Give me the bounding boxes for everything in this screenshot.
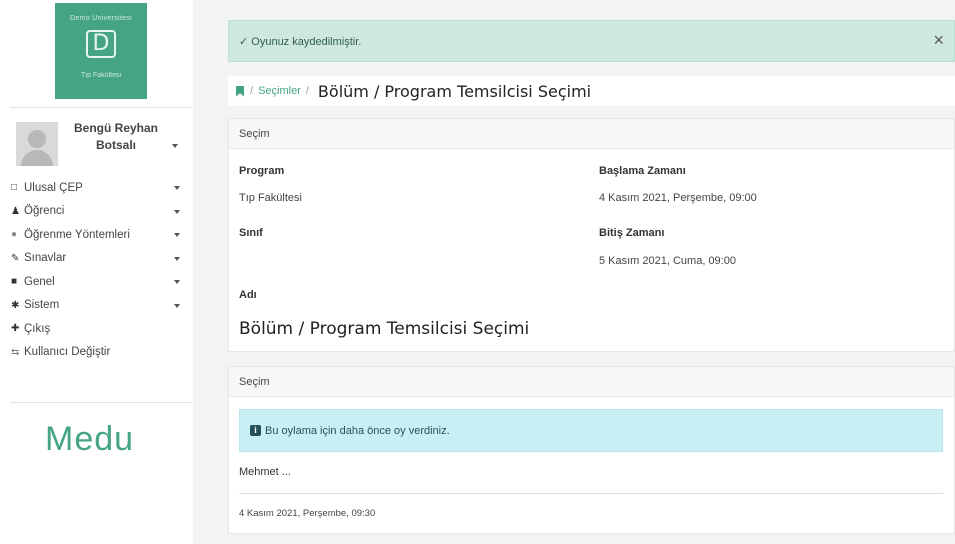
book-icon: □ — [11, 182, 18, 194]
faculty-name: Tıp Fakültesi — [80, 72, 122, 79]
chevron-down-icon — [174, 233, 180, 237]
chevron-down-icon — [174, 256, 180, 261]
info-alert: i Bu oylama için daha önce oy verdiniz. — [239, 409, 943, 452]
chevron-down-icon[interactable] — [172, 144, 178, 148]
alert-message: ✓ Oyunuz kaydedilmiştir. — [239, 35, 362, 48]
end-time-value: 5 Kasım 2021, Cuma, 09:00 — [599, 255, 736, 267]
sidebar-item-sinavlar[interactable]: ✎ Sınavlar — [11, 247, 186, 271]
close-icon[interactable]: × — [933, 31, 944, 49]
election-name: Bölüm / Program Temsilcisi Seçimi — [239, 319, 530, 339]
sidebar-item-label: Sınavlar — [24, 252, 67, 265]
folder-icon: ■ — [11, 276, 18, 288]
edit-icon: ✎ — [11, 252, 20, 264]
university-logo: Demo Üniversitesi D Tıp Fakültesi — [55, 3, 147, 99]
medu-logo: Medu — [45, 420, 135, 458]
switch-icon: ⇆ — [11, 346, 20, 358]
sidebar-item-label: Kullanıcı Değiştir — [24, 346, 111, 359]
sidebar-item-label: Öğrenci — [24, 205, 65, 218]
divider — [10, 107, 193, 108]
sidebar-item-kullanici-degistir[interactable]: ⇆ Kullanıcı Değiştir — [11, 341, 186, 365]
name-label: Adı — [239, 289, 257, 301]
page-title: Bölüm / Program Temsilcisi Seçimi — [317, 81, 592, 101]
divider — [239, 493, 943, 494]
sidebar-item-genel[interactable]: ■ Genel — [11, 270, 186, 294]
start-time-label: Başlama Zamanı — [599, 165, 686, 177]
sidebar-item-label: Çıkış — [24, 322, 51, 335]
sidebar: Demo Üniversitesi D Tıp Fakültesi Bengü … — [0, 0, 193, 544]
sidebar-item-ogrenci[interactable]: ♟ Öğrenci — [11, 200, 186, 224]
class-label: Sınıf — [239, 227, 263, 239]
voted-candidate: Mehmet ... — [239, 466, 291, 478]
chevron-down-icon — [174, 303, 180, 308]
university-name: Demo Üniversitesi — [70, 15, 132, 22]
vote-card: Seçim i Bu oylama için daha önce oy verd… — [228, 366, 955, 534]
breadcrumb-link-secimler[interactable]: Seçimler — [258, 85, 301, 97]
sidebar-menu: □ Ulusal ÇEP ♟ Öğrenci ● Öğrenme Yönteml… — [11, 176, 186, 364]
asterisk-icon: ✱ — [11, 299, 20, 311]
breadcrumb: / Seçimler / Bölüm / Program Temsilcisi … — [228, 76, 955, 106]
circle-icon: ● — [11, 229, 18, 241]
breadcrumb-separator: / — [250, 85, 254, 97]
chevron-down-icon — [174, 186, 180, 190]
end-time-label: Bitiş Zamanı — [599, 227, 665, 239]
user-profile[interactable]: Bengü Reyhan Botsalı — [14, 118, 189, 168]
sidebar-item-label: Sistem — [24, 299, 60, 312]
signpost-icon: ✚ — [11, 323, 20, 335]
info-message: Bu oylama için daha önce oy verdiniz. — [265, 424, 450, 437]
user-icon: ♟ — [11, 205, 20, 217]
bookmark-icon — [236, 85, 244, 97]
sidebar-item-ulusal-cep[interactable]: □ Ulusal ÇEP — [11, 176, 186, 200]
sidebar-item-sistem[interactable]: ✱ Sistem — [11, 294, 186, 318]
divider — [10, 402, 193, 403]
chevron-down-icon — [174, 280, 180, 284]
election-details-card: Seçim Program Tıp Fakültesi Başlama Zama… — [228, 118, 955, 352]
user-name: Bengü Reyhan Botsalı — [73, 121, 158, 152]
breadcrumb-separator: / — [305, 85, 309, 97]
card-header: Seçim — [229, 119, 954, 149]
sidebar-item-ogrenme-yontemleri[interactable]: ● Öğrenme Yöntemleri — [11, 223, 186, 247]
start-time-value: 4 Kasım 2021, Perşembe, 09:00 — [599, 192, 757, 204]
vote-date: 4 Kasım 2021, Perşembe, 09:30 — [239, 508, 376, 519]
chevron-down-icon — [174, 209, 180, 214]
program-value: Tıp Fakültesi — [239, 192, 302, 204]
info-icon: i — [250, 425, 261, 436]
success-alert: ✓ Oyunuz kaydedilmiştir. × — [228, 20, 955, 62]
sidebar-item-label: Ulusal ÇEP — [24, 181, 83, 194]
sidebar-item-cikis[interactable]: ✚ Çıkış — [11, 317, 186, 341]
university-logo-letter: D — [86, 30, 116, 58]
avatar — [16, 122, 58, 166]
card-header: Seçim — [229, 367, 954, 397]
program-label: Program — [239, 165, 285, 177]
sidebar-item-label: Öğrenme Yöntemleri — [24, 228, 130, 241]
sidebar-item-label: Genel — [24, 275, 55, 288]
